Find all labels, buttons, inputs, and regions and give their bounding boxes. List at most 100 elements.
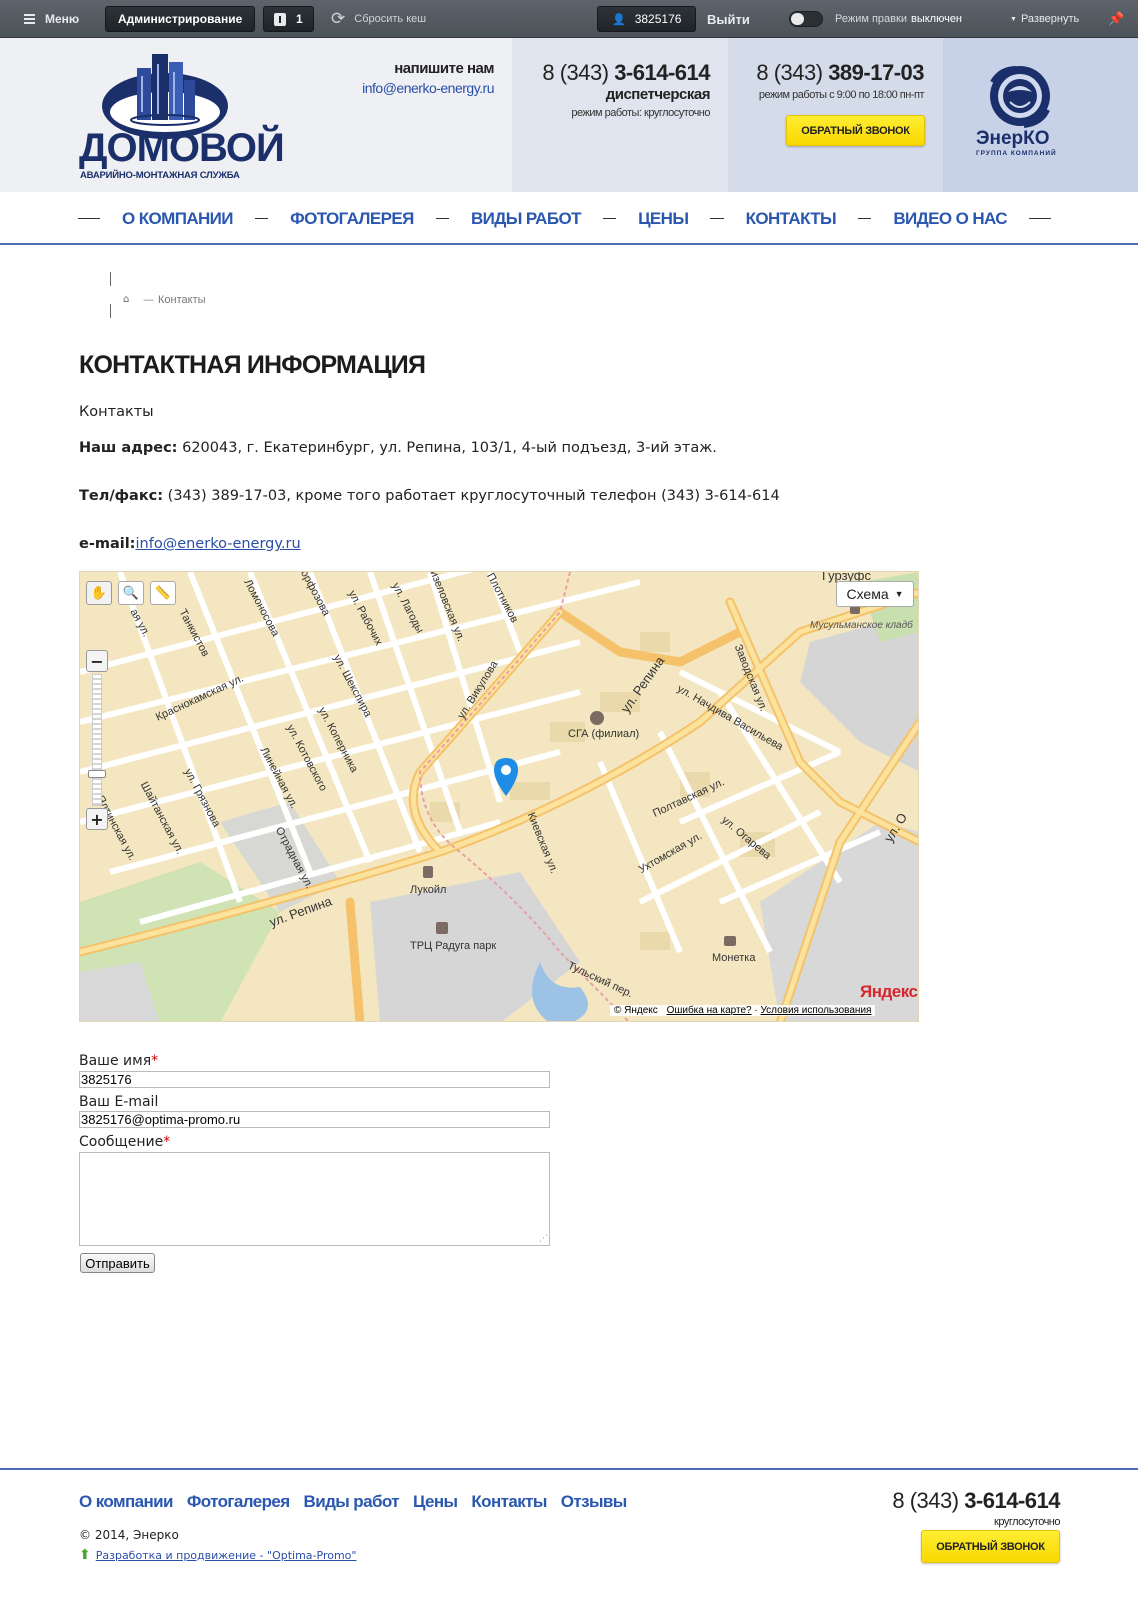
name-input[interactable]: 3825176 xyxy=(79,1071,550,1088)
footer-callback-label: ОБРАТНЫЙ ЗВОНОК xyxy=(936,1540,1045,1553)
email-link[interactable]: info@enerko-energy.ru xyxy=(136,536,301,552)
street-label: Тульский пер. xyxy=(565,959,635,1001)
poi-label[interactable]: ТРЦ Радуга парк xyxy=(410,940,496,952)
map-toolbar: ✋ 🔍 📏 xyxy=(86,581,176,605)
poi-label[interactable]: СГА (филиал) xyxy=(568,728,639,740)
footer-phone: 8 (343) 3-614-614 xyxy=(880,1488,1060,1514)
email-label-text: Ваш E-mail xyxy=(79,1094,159,1110)
nav-item-about[interactable]: О КОМПАНИИ xyxy=(122,209,234,229)
street-label: ул. Репина xyxy=(617,653,668,716)
user-id: 3825176 xyxy=(634,12,682,26)
notify-count: 1 xyxy=(296,12,303,26)
submit-button[interactable]: Отправить xyxy=(80,1253,155,1273)
name-label: Ваше имя* xyxy=(79,1053,158,1069)
map-error-link[interactable]: Ошибка на карте? xyxy=(667,1005,752,1016)
header-email-link[interactable]: info@enerko-energy.ru xyxy=(330,80,494,96)
nav-item-video[interactable]: ВИДЕО О НАС xyxy=(893,209,1007,229)
breadcrumb-bar xyxy=(110,304,111,318)
submit-label: Отправить xyxy=(85,1255,150,1271)
nav-item-contacts[interactable]: КОНТАКТЫ xyxy=(746,209,837,229)
street-label: Танкистов xyxy=(176,607,212,659)
nav-item-services[interactable]: ВИДЫ РАБОТ xyxy=(471,209,582,229)
street-label: ул. Грязнова xyxy=(181,766,223,830)
footer-link-services[interactable]: Виды работ xyxy=(304,1492,400,1512)
pin-icon[interactable]: 📌 xyxy=(1108,0,1124,38)
edit-mode-toggle[interactable]: Режим правки выключен xyxy=(789,0,962,38)
zoom-slider-handle[interactable] xyxy=(88,770,106,778)
street-label: Ухтомская ул. xyxy=(636,830,705,876)
address-value: 620043, г. Екатеринбург, ул. Репина, 103… xyxy=(182,440,717,456)
street-label: ул. Лагоды xyxy=(389,580,426,636)
footer-link-contacts[interactable]: Контакты xyxy=(471,1492,547,1512)
notifications-button[interactable]: 1 xyxy=(263,6,314,32)
street-label: Шайтанская ул. xyxy=(137,779,186,857)
street-label: Кизеловская ул. xyxy=(425,571,467,644)
toggle-switch[interactable] xyxy=(789,11,823,27)
developer-link[interactable]: Разработка и продвижение - "Optima-Promo… xyxy=(96,1549,357,1562)
resize-handle-icon[interactable]: ⋰ xyxy=(539,1234,548,1244)
globe-logo-icon xyxy=(990,66,1050,128)
footer-dev: ⬆ Разработка и продвижение - "Optima-Pro… xyxy=(79,1547,356,1563)
admin-button[interactable]: Администрирование xyxy=(105,6,256,32)
street-label: ул. Начдива Васильева xyxy=(675,682,785,754)
poi-label[interactable]: Мусульманское кладб xyxy=(810,620,913,631)
footer-phone-note: круглосуточно xyxy=(994,1516,1060,1528)
footer-link-prices[interactable]: Цены xyxy=(413,1492,458,1512)
footer-callback-button[interactable]: ОБРАТНЫЙ ЗВОНОК xyxy=(921,1530,1060,1563)
footer-phone-number: 3-614-614 xyxy=(964,1488,1060,1513)
street-label: Заводская ул. xyxy=(731,642,770,714)
callback-label: ОБРАТНЫЙ ЗВОНОК xyxy=(801,124,910,137)
street-label: Линейная ул. xyxy=(257,745,300,811)
nav-item-prices[interactable]: ЦЕНЫ xyxy=(638,209,689,229)
street-label: Отрадная ул. xyxy=(272,825,316,891)
street-label: ул. Шекспира xyxy=(330,652,374,720)
nav-item-gallery[interactable]: ФОТОГАЛЕРЕЯ xyxy=(290,209,414,229)
office-phone-number: 389-17-03 xyxy=(828,60,924,85)
yandex-brand[interactable]: Яндекс xyxy=(860,982,918,1002)
map-terms-link[interactable]: Условия использования xyxy=(760,1005,871,1016)
logout-button[interactable]: Выйти xyxy=(707,0,750,38)
dispatch-phone-prefix: 8 (343) xyxy=(542,60,609,85)
dispatch-phone-number: 3-614-614 xyxy=(614,60,710,85)
expand-button[interactable]: ▼ Развернуть xyxy=(1010,0,1079,38)
clear-cache-button[interactable]: ⟳ Сбросить кеш xyxy=(331,0,426,38)
menu-label: Меню xyxy=(45,12,80,26)
partner-logo[interactable]: ЭнерКО ГРУППА КОМПАНИЙ xyxy=(970,62,1070,162)
site-logo[interactable]: ДОМОВОЙ АВАРИЙНО-МОНТАЖНАЯ СЛУЖБА xyxy=(79,46,285,186)
menu-button[interactable]: Меню xyxy=(24,0,79,38)
poi-label[interactable]: Лукойл xyxy=(410,884,446,896)
footer-link-reviews[interactable]: Отзывы xyxy=(561,1492,627,1512)
street-label: ул. Репина xyxy=(267,893,334,930)
message-textarea[interactable] xyxy=(79,1152,550,1246)
edit-mode-label: Режим правки xyxy=(835,13,907,25)
footer-link-about[interactable]: О компании xyxy=(79,1492,173,1512)
nav-divider xyxy=(254,218,269,219)
zoom-in-button[interactable]: + xyxy=(86,808,108,830)
map-type-button[interactable]: Схема ▼ xyxy=(836,581,914,607)
refresh-icon: ⟳ xyxy=(331,9,346,28)
street-label: ул. Котовского xyxy=(284,722,330,794)
street-label: ул. Огарева xyxy=(719,814,774,862)
phone-line: Тел/факс: (343) 389-17-03, кроме того ра… xyxy=(79,488,780,504)
admin-bar: Меню Администрирование 1 ⟳ Сбросить кеш … xyxy=(0,0,1138,38)
breadcrumb: ⌂ — Контакты xyxy=(110,272,310,318)
poi-label[interactable]: Монетка xyxy=(712,952,755,964)
magnifier-tool-icon[interactable]: 🔍 xyxy=(118,581,144,605)
email-input[interactable]: 3825176@optima-promo.ru xyxy=(79,1111,550,1128)
yandex-map[interactable]: Гурзуфс Ломоносова Танкистов ул. Рабочих… xyxy=(79,571,919,1022)
zoom-track[interactable] xyxy=(92,674,102,806)
user-button[interactable]: 👤 3825176 xyxy=(597,6,697,32)
site-footer: О компании Фотогалерея Виды работ Цены К… xyxy=(0,1468,1138,1601)
hand-tool-icon[interactable]: ✋ xyxy=(86,581,112,605)
home-icon[interactable]: ⌂ xyxy=(123,294,129,305)
street-label: ая ул. xyxy=(127,606,153,640)
callback-button[interactable]: ОБРАТНЫЙ ЗВОНОК xyxy=(786,115,925,146)
zoom-out-button[interactable]: − xyxy=(86,650,108,672)
street-label: ул. О xyxy=(880,810,911,845)
email-field-label: Ваш E-mail xyxy=(79,1094,158,1110)
arrow-up-icon: ⬆ xyxy=(79,1547,91,1563)
street-labels: Гурзуфс Ломоносова Танкистов ул. Рабочих… xyxy=(80,571,918,1021)
email-line: e-mail:info@enerko-energy.ru xyxy=(79,536,301,552)
ruler-tool-icon[interactable]: 📏 xyxy=(150,581,176,605)
footer-link-gallery[interactable]: Фотогалерея xyxy=(187,1492,290,1512)
